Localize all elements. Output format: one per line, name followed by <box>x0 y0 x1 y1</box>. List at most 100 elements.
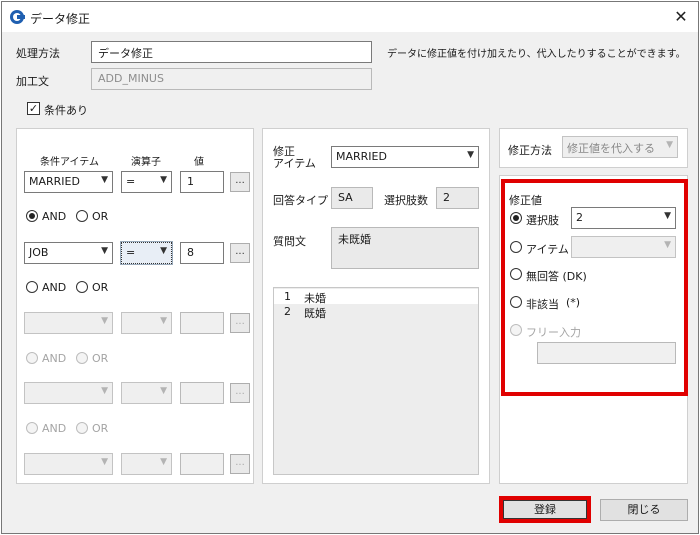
method-select: 修正値を代入する ▼ <box>562 136 678 158</box>
or-radio-4 <box>76 422 88 434</box>
chevron-down-icon: ▼ <box>664 211 671 221</box>
process-label: 処理方法 <box>16 47 60 60</box>
cond-ellipsis-button-2[interactable]: ... <box>230 243 250 263</box>
question-text: 未既婚 <box>331 227 479 269</box>
choice-count-value: 2 <box>436 187 479 209</box>
and-radio-3 <box>26 352 38 364</box>
option-item-label: アイテム <box>526 243 569 256</box>
fix-item-value: MARRIED <box>336 150 387 163</box>
cond-operator-select-5: ▼ <box>121 453 172 475</box>
close-icon[interactable]: ✕ <box>670 7 692 27</box>
kakou-field: ADD_MINUS <box>91 68 372 90</box>
chevron-down-icon: ▼ <box>467 150 474 160</box>
option-not-applicable-mark: (*) <box>566 296 581 309</box>
chevron-down-icon: ▼ <box>101 175 108 185</box>
option-choice-radio[interactable] <box>510 212 522 224</box>
option-not-applicable-radio[interactable] <box>510 296 522 308</box>
cond-ellipsis-button-3: ... <box>230 313 250 333</box>
chevron-down-icon: ▼ <box>101 246 108 256</box>
process-field[interactable]: データ修正 <box>91 41 372 63</box>
fix-item-label: 修正 アイテム <box>273 146 316 170</box>
kakou-label: 加工文 <box>16 75 49 88</box>
option-choice-select[interactable]: 2 ▼ <box>571 207 676 229</box>
fix-item-label-line2: アイテム <box>273 157 316 170</box>
condition-checkbox[interactable]: ✓ <box>27 102 40 115</box>
cond-operator-select-4: ▼ <box>121 382 172 404</box>
chevron-down-icon: ▼ <box>101 316 108 326</box>
cond-value-field-5 <box>180 453 224 475</box>
and-label-2: AND <box>42 281 67 294</box>
cond-value-field-4 <box>180 382 224 404</box>
chevron-down-icon: ▼ <box>160 457 167 467</box>
chevron-down-icon: ▼ <box>160 316 167 326</box>
or-label-2: OR <box>92 281 109 294</box>
or-label-1: OR <box>92 210 109 223</box>
fix-value-group-label: 修正値 <box>509 194 542 207</box>
free-input-field <box>537 342 676 364</box>
app-icon <box>10 10 25 24</box>
and-radio-2[interactable] <box>26 281 38 293</box>
method-value: 修正値を代入する <box>567 142 655 155</box>
cond-item-select-5: ▼ <box>24 453 113 475</box>
choices-list: 1 未婚 2 既婚 <box>273 287 479 475</box>
chevron-down-icon: ▼ <box>101 457 108 467</box>
cond-item-select-2[interactable]: JOB ▼ <box>24 242 113 264</box>
cond-operator-value-1: = <box>126 175 136 188</box>
option-free-input-label: フリー入力 <box>526 326 581 339</box>
condition-check-label: 条件あり <box>44 104 88 117</box>
cond-ellipsis-button-5: ... <box>230 454 250 474</box>
fix-item-select[interactable]: MARRIED ▼ <box>331 146 479 168</box>
chevron-down-icon: ▼ <box>160 246 167 256</box>
answer-type-label: 回答タイプ <box>273 194 328 207</box>
cond-operator-value-2: = <box>126 246 136 259</box>
cond-ellipsis-button-1[interactable]: ... <box>230 172 250 192</box>
dialog-window: データ修正 ✕ 処理方法 データ修正 データに修正値を付け加えたり、代入したりす… <box>1 1 699 534</box>
register-button[interactable]: 登録 <box>503 500 587 519</box>
cond-header-item: 条件アイテム <box>40 157 99 168</box>
title-bar: データ修正 ✕ <box>2 2 698 32</box>
cond-value-field-1[interactable]: 1 <box>180 171 224 193</box>
answer-type-value: SA <box>331 187 373 209</box>
and-label-1: AND <box>42 210 67 223</box>
list-item: 1 未婚 <box>274 289 478 305</box>
cond-item-select-3[interactable]: ▼ <box>24 312 113 334</box>
cond-value-field-3 <box>180 312 224 334</box>
question-label: 質問文 <box>273 235 306 248</box>
choice-count-label: 選択肢数 <box>384 194 428 207</box>
cond-value-field-2[interactable]: 8 <box>180 242 224 264</box>
or-radio-3 <box>76 352 88 364</box>
option-choice-value: 2 <box>576 211 583 224</box>
list-item: 2 既婚 <box>274 304 478 320</box>
option-item-radio[interactable] <box>510 241 522 253</box>
chevron-down-icon: ▼ <box>664 240 671 250</box>
cond-header-value: 値 <box>194 157 204 168</box>
choice-text: 既婚 <box>304 307 326 320</box>
or-radio-1[interactable] <box>76 210 88 222</box>
option-free-input-radio <box>510 324 522 336</box>
option-not-applicable-label: 非該当 <box>526 298 559 311</box>
chevron-down-icon: ▼ <box>160 175 167 185</box>
close-button[interactable]: 閉じる <box>600 499 688 521</box>
cond-item-value-1: MARRIED <box>29 175 80 188</box>
and-radio-4 <box>26 422 38 434</box>
method-label: 修正方法 <box>508 144 552 157</box>
option-no-answer-label: 無回答 (DK) <box>526 270 587 283</box>
description-text: データに修正値を付け加えたり、代入したりすることができます。 <box>387 49 686 60</box>
or-label-4: OR <box>92 422 109 435</box>
chevron-down-icon: ▼ <box>160 386 167 396</box>
cond-item-value-2: JOB <box>29 246 49 259</box>
or-radio-2[interactable] <box>76 281 88 293</box>
and-label-3: AND <box>42 352 67 365</box>
and-radio-1[interactable] <box>26 210 38 222</box>
chevron-down-icon: ▼ <box>101 386 108 396</box>
cond-operator-select-3: ▼ <box>121 312 172 334</box>
and-label-4: AND <box>42 422 67 435</box>
or-label-3: OR <box>92 352 109 365</box>
option-no-answer-radio[interactable] <box>510 268 522 280</box>
cond-operator-select-1[interactable]: = ▼ <box>121 171 172 193</box>
cond-item-select-4: ▼ <box>24 382 113 404</box>
cond-header-operator: 演算子 <box>131 157 161 168</box>
cond-ellipsis-button-4: ... <box>230 383 250 403</box>
cond-item-select-1[interactable]: MARRIED ▼ <box>24 171 113 193</box>
cond-operator-select-2[interactable]: = ▼ <box>120 241 173 265</box>
